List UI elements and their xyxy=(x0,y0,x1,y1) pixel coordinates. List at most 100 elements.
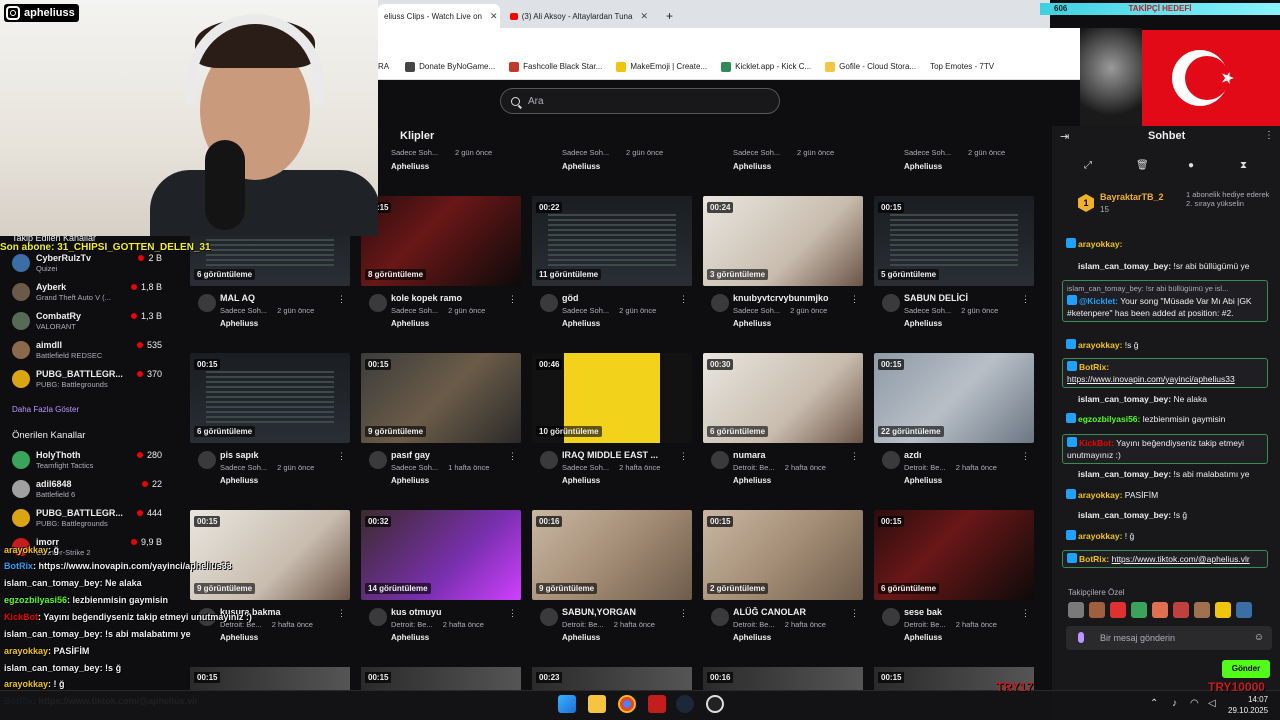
clip-thumbnail[interactable]: 00:15 xyxy=(190,667,350,690)
emote-icon[interactable] xyxy=(1131,602,1147,618)
clip-title[interactable]: numara xyxy=(733,450,843,460)
microphone-tray-icon[interactable]: ♪ xyxy=(1172,698,1177,709)
chat-username[interactable]: islam_can_tomay_bey: xyxy=(1078,469,1171,479)
clip-title[interactable]: knuıbyvtcrvybunımjko xyxy=(733,293,843,303)
clip-thumbnail[interactable]: 00:15 6 görüntüleme xyxy=(874,510,1034,600)
chat-username[interactable]: arayokkay: xyxy=(1078,340,1122,350)
clip-thumbnail[interactable]: 00:16 9 görüntüleme xyxy=(532,510,692,600)
chat-username[interactable]: arayokkay: xyxy=(1078,531,1122,541)
clip-category[interactable]: Sadece Soh... xyxy=(733,306,780,315)
chat-username[interactable]: arayokkay: xyxy=(1078,490,1122,500)
channel-item[interactable]: Ayberk Grand Theft Auto V (... 1,8 B xyxy=(12,281,162,305)
clip-thumbnail[interactable]: 00:22 11 görüntüleme xyxy=(532,196,692,286)
channel-avatar[interactable] xyxy=(369,294,387,312)
clip-category[interactable]: Detroit: Be... xyxy=(391,620,433,629)
chat-username[interactable]: islam_can_tomay_bey: xyxy=(1078,261,1171,271)
clip-category[interactable]: Sadece Soh... xyxy=(391,306,438,315)
bookmark[interactable]: Kicklet.app - Kick C... xyxy=(721,61,811,72)
browser-tab-clips[interactable]: eliuss Clips - Watch Live on ✕ xyxy=(378,4,500,28)
channel-avatar[interactable] xyxy=(369,608,387,626)
clip-title[interactable]: kole kopek ramo xyxy=(391,293,501,303)
clip-author[interactable]: Apheliuss xyxy=(733,476,771,485)
channel-item[interactable]: HolyThoth Teamfight Tactics 280 xyxy=(12,449,162,473)
kebab-menu-icon[interactable]: ⋮ xyxy=(850,608,859,619)
clip-title[interactable]: pis sapık xyxy=(220,450,330,460)
windows-start-icon[interactable] xyxy=(558,695,576,713)
bookmark[interactable]: RA xyxy=(378,62,389,71)
channel-item[interactable]: PUBG_BATTLEGR... PUBG: Battlegrounds 370 xyxy=(12,368,162,392)
clip-card[interactable]: 00:15 9 görüntüleme pasıf gay Sadece Soh...… xyxy=(361,353,521,493)
clip-title[interactable]: sese bak xyxy=(904,607,1014,617)
clip-author[interactable]: Apheliuss xyxy=(220,476,258,485)
clip-thumbnail[interactable]: 00:32 14 görüntüleme xyxy=(361,510,521,600)
chat-username[interactable]: islam_can_tomay_bey: xyxy=(1078,510,1171,520)
clip-card[interactable]: 00:15 5 görüntüleme SABUN DELİCİ Sadece Soh… xyxy=(874,196,1034,336)
clip-author[interactable]: Apheliuss xyxy=(904,633,942,642)
new-tab-button[interactable]: + xyxy=(660,4,680,28)
clip-category[interactable]: Sadece Soh... xyxy=(562,306,609,315)
kebab-menu-icon[interactable]: ⋮ xyxy=(337,294,346,305)
bookmark[interactable]: Fashcolle Black Star... xyxy=(509,61,602,72)
clip-thumbnail[interactable]: 00:15 2 görüntüleme xyxy=(703,510,863,600)
kebab-menu-icon[interactable]: ⋮ xyxy=(1021,294,1030,305)
clip-category[interactable]: Detroit: Be... xyxy=(562,620,604,629)
clip-title[interactable]: kus otmuyu xyxy=(391,607,501,617)
clip-author[interactable]: Apheliuss xyxy=(391,319,429,328)
kebab-menu-icon[interactable]: ⋮ xyxy=(850,294,859,305)
channel-avatar[interactable] xyxy=(198,451,216,469)
clip-thumbnail[interactable]: 00:16 xyxy=(703,667,863,690)
kebab-menu-icon[interactable]: ⋮ xyxy=(337,608,346,619)
bookmark[interactable]: Donate ByNoGame... xyxy=(405,61,495,72)
clip-category[interactable]: Sadece Soh... xyxy=(220,463,267,472)
kebab-menu-icon[interactable]: ⋮ xyxy=(1021,608,1030,619)
kebab-menu-icon[interactable]: ⋮ xyxy=(679,294,688,305)
emote-icon[interactable] xyxy=(1089,602,1105,618)
clip-title[interactable]: SABUN DELİCİ xyxy=(904,293,1014,303)
chevron-up-icon[interactable]: ⌃ xyxy=(1150,698,1158,709)
clip-author[interactable]: Apheliuss xyxy=(220,319,258,328)
collapse-chat-icon[interactable]: ⇥ xyxy=(1060,130,1069,143)
clip-card[interactable]: 00:15 6 görüntüleme sese bak Detroit: Be...… xyxy=(874,510,1034,650)
clip-category[interactable]: Detroit: Be... xyxy=(904,463,946,472)
clip-card[interactable]: 00:15 8 görüntüleme kole kopek ramo Sadece … xyxy=(361,196,521,336)
browser-tab-youtube[interactable]: (3) Ali Aksoy - Altaylardan Tuna ✕ xyxy=(504,4,654,28)
kebab-menu-icon[interactable]: ⋮ xyxy=(337,451,346,462)
channel-avatar[interactable] xyxy=(711,294,729,312)
system-clock[interactable]: 14:07 29.10.2025 xyxy=(1228,694,1268,716)
kebab-menu-icon[interactable]: ⋮ xyxy=(508,294,517,305)
clip-thumbnail[interactable]: 00:15 5 görüntüleme xyxy=(874,196,1034,286)
kebab-menu-icon[interactable]: ⋮ xyxy=(679,608,688,619)
clip-thumbnail[interactable]: 00:23 xyxy=(532,667,692,690)
clip-thumbnail[interactable]: 00:30 6 görüntüleme xyxy=(703,353,863,443)
search-input[interactable]: Ara xyxy=(500,88,780,114)
address-bar[interactable] xyxy=(378,28,1080,54)
channel-avatar[interactable] xyxy=(711,608,729,626)
clip-author[interactable]: Apheliuss xyxy=(391,476,429,485)
channel-avatar[interactable] xyxy=(882,608,900,626)
send-button[interactable]: Gönder xyxy=(1222,660,1270,678)
chat-link[interactable]: https://www.tiktok.com/@aphelius.vlr xyxy=(1112,554,1250,564)
clip-card[interactable]: 00:46 10 görüntüleme IRAQ MIDDLE EAST ... S… xyxy=(532,353,692,493)
clip-card[interactable]: 00:15 22 görüntüleme azdı Detroit: Be... 2 h… xyxy=(874,353,1034,493)
clip-thumbnail[interactable]: 00:15 9 görüntüleme xyxy=(361,353,521,443)
clip-author[interactable]: Apheliuss xyxy=(904,476,942,485)
clip-thumbnail[interactable]: 00:15 9 görüntüleme xyxy=(190,510,350,600)
emote-icon[interactable] xyxy=(1173,602,1189,618)
clip-author[interactable]: Apheliuss xyxy=(562,633,600,642)
chat-username[interactable]: @Kicklet: xyxy=(1079,296,1118,306)
clip-category[interactable]: Sadece Soh... xyxy=(391,463,438,472)
clip-card[interactable]: 00:15 6 görüntüleme pis sapık Sadece Soh...… xyxy=(190,353,350,493)
clip-thumbnail[interactable]: 00:15 xyxy=(361,667,521,690)
hourglass-icon[interactable]: ⧗ xyxy=(1240,160,1247,171)
more-options-icon[interactable]: ⋮ xyxy=(1264,130,1274,141)
clip-title[interactable]: IRAQ MIDDLE EAST ... xyxy=(562,450,672,460)
kebab-menu-icon[interactable]: ⋮ xyxy=(1021,451,1030,462)
channel-avatar[interactable] xyxy=(882,294,900,312)
clip-card[interactable]: 00:30 6 görüntüleme numara Detroit: Be... 2 … xyxy=(703,353,863,493)
clip-thumbnail[interactable]: 00:15 6 görüntüleme xyxy=(190,353,350,443)
file-explorer-icon[interactable] xyxy=(588,695,606,713)
channel-item[interactable]: CombatRy VALORANT 1,3 B xyxy=(12,310,162,334)
chat-username[interactable]: KickBot: xyxy=(1079,438,1114,448)
clip-author[interactable]: Apheliuss xyxy=(562,476,600,485)
volume-icon[interactable]: ◁ xyxy=(1208,698,1216,709)
